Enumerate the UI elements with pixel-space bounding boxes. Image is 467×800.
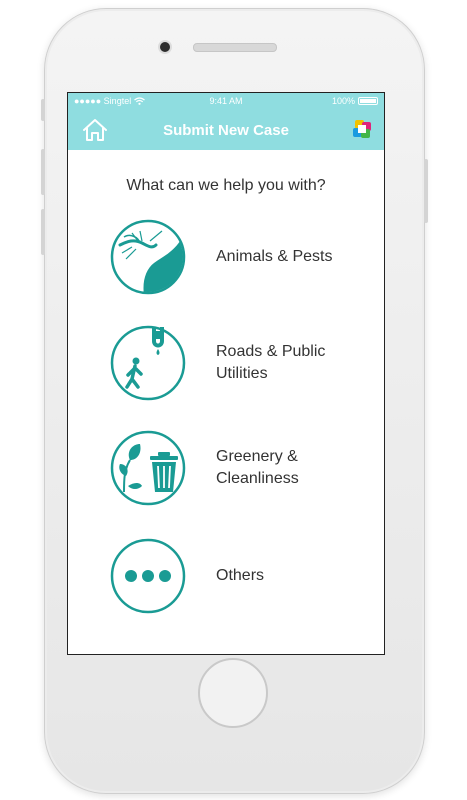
mosquito-icon	[110, 219, 186, 295]
app-logo-icon	[353, 120, 371, 138]
nav-bar: Submit New Case	[68, 110, 384, 150]
volume-down-button	[41, 209, 45, 255]
more-dots-icon	[110, 538, 186, 614]
category-label: Greenery & Cleanliness	[216, 446, 299, 490]
volume-up-button	[41, 149, 45, 195]
page-title: Submit New Case	[163, 122, 289, 139]
category-roads-utilities[interactable]: Roads & Public Utilities	[110, 325, 370, 401]
help-prompt: What can we help you with?	[126, 177, 326, 194]
category-label-line1: Animals & Pests	[216, 248, 333, 265]
mute-switch	[41, 99, 45, 121]
category-label-line2: Utilities	[216, 365, 268, 382]
pedestrian-pipe-icon	[110, 325, 186, 401]
category-label-line1: Others	[216, 567, 265, 584]
category-others[interactable]: Others	[110, 538, 370, 614]
category-label: Others	[216, 565, 264, 587]
category-label-line1: Greenery &	[216, 448, 298, 465]
app-screen: ●●●●● Singtel 9:41 AM 100% Submit New Ca…	[67, 92, 385, 655]
category-greenery-cleanliness[interactable]: Greenery & Cleanliness	[110, 430, 370, 506]
front-camera	[160, 42, 170, 52]
category-label: Animals & Pests	[216, 246, 332, 268]
status-bar: ●●●●● Singtel 9:41 AM 100%	[68, 93, 384, 110]
power-button	[424, 159, 428, 223]
category-label-line1: Roads & Public	[216, 343, 326, 360]
category-label-line2: Cleanliness	[216, 470, 299, 487]
home-button[interactable]	[198, 658, 268, 728]
category-animals-pests[interactable]: Animals & Pests	[110, 219, 370, 295]
battery-status: 100%	[332, 96, 378, 106]
battery-icon	[358, 97, 378, 105]
earpiece-speaker	[193, 43, 277, 52]
leaf-trash-icon	[110, 430, 186, 506]
category-label: Roads & Public Utilities	[216, 341, 325, 385]
battery-percent: 100%	[331, 96, 355, 106]
